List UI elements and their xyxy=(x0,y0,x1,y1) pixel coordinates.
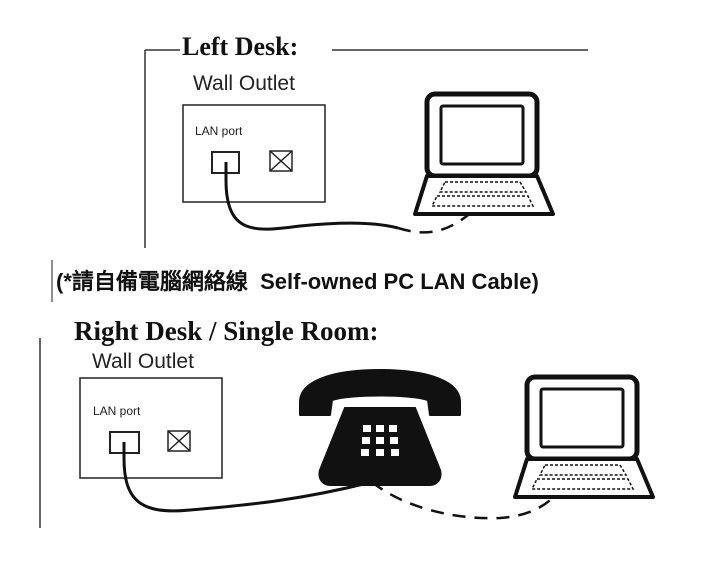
left-wall-outlet-box xyxy=(182,104,326,203)
right-laptop-icon xyxy=(513,374,655,499)
left-phone-socket-icon xyxy=(269,150,293,172)
left-wall-outlet-label: Wall Outlet xyxy=(193,72,295,95)
left-lan-port-label: LAN port xyxy=(195,124,243,138)
left-desk-title: Left Desk: xyxy=(182,32,299,61)
cable-note: (*請自備電腦網絡線 Self-owned PC LAN Cable) xyxy=(56,269,539,294)
right-desk-title: Right Desk / Single Room: xyxy=(74,316,379,346)
telephone-icon xyxy=(299,369,461,486)
right-wall-outlet-label: Wall Outlet xyxy=(92,350,194,373)
left-lan-cable xyxy=(224,162,399,231)
left-laptop-icon xyxy=(413,91,555,216)
right-phone-socket-icon xyxy=(167,430,191,452)
right-wall-outlet-box xyxy=(79,377,223,479)
right-lan-port-label: LAN port xyxy=(93,404,141,418)
